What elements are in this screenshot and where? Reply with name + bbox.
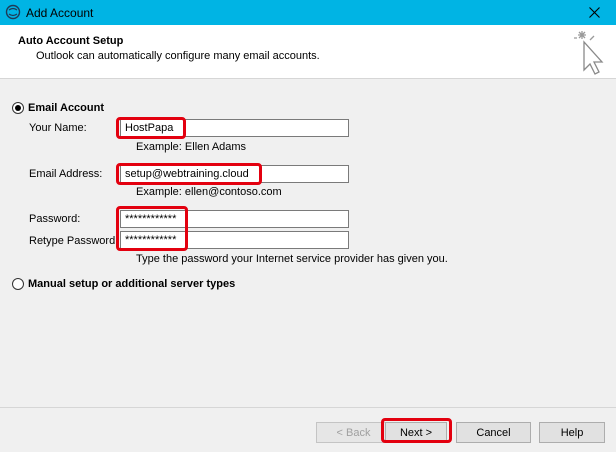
header-title: Auto Account Setup	[18, 35, 124, 47]
wizard-header: Auto Account Setup Outlook can automatic…	[0, 25, 616, 79]
close-icon[interactable]	[572, 0, 616, 25]
password-fields-highlight	[116, 206, 188, 251]
help-button[interactable]: Help	[539, 422, 605, 443]
password-label: Password:	[29, 213, 81, 225]
content-area: Email Account Your Name: HostPapa Exampl…	[0, 80, 616, 407]
email-address-hint: Example: ellen@contoso.com	[136, 186, 282, 198]
outlook-app-icon	[5, 4, 21, 20]
footer-divider	[0, 407, 616, 408]
next-button-highlight	[381, 418, 452, 443]
password-hint: Type the password your Internet service …	[136, 253, 448, 265]
email-address-highlight	[116, 163, 262, 185]
retype-password-label: Retype Password:	[29, 235, 119, 247]
header-subtitle: Outlook can automatically configure many…	[36, 50, 320, 62]
window-title: Add Account	[26, 6, 94, 20]
email-account-radio[interactable]	[12, 102, 24, 114]
back-button[interactable]: < Back	[316, 422, 391, 443]
your-name-highlight	[116, 117, 186, 139]
title-bar: Add Account	[0, 0, 616, 25]
cancel-button[interactable]: Cancel	[456, 422, 531, 443]
manual-setup-radio-label[interactable]: Manual setup or additional server types	[28, 278, 235, 290]
email-account-radio-label[interactable]: Email Account	[28, 102, 104, 114]
your-name-hint: Example: Ellen Adams	[136, 141, 247, 153]
email-address-label: Email Address:	[29, 168, 103, 180]
magic-wand-cursor-icon	[574, 31, 604, 75]
manual-setup-radio[interactable]	[12, 278, 24, 290]
your-name-label: Your Name:	[29, 122, 87, 134]
